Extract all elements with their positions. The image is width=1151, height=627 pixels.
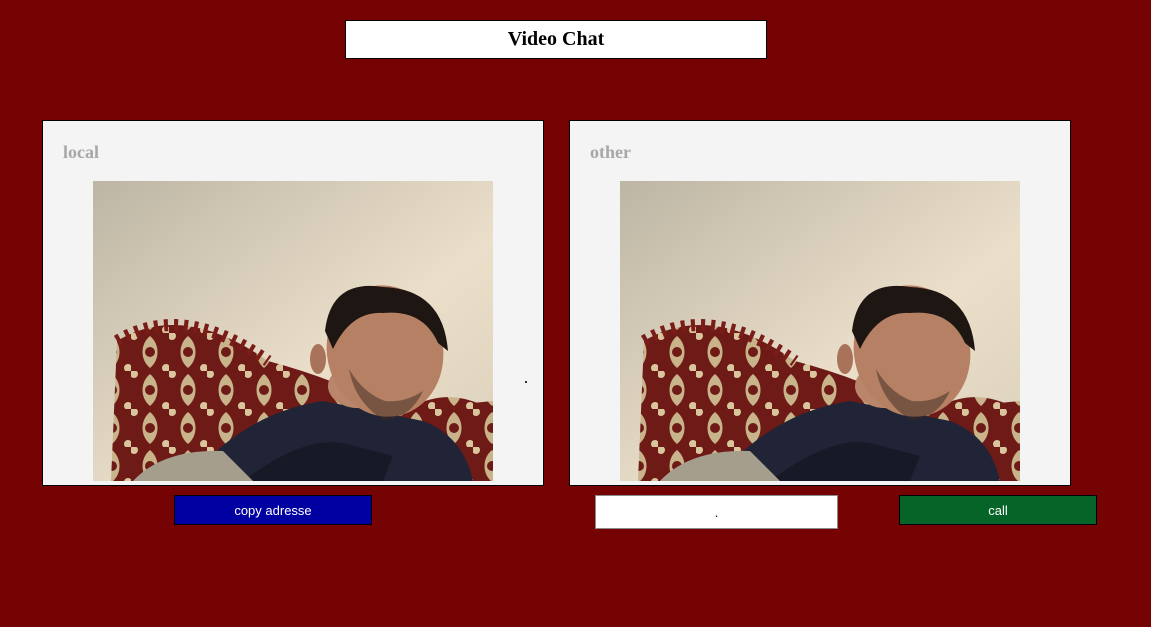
stray-dot [525,381,527,383]
other-panel-label: other [590,142,631,162]
address-input[interactable] [595,495,838,529]
local-panel-label: local [63,142,99,162]
webcam-feed-icon [93,181,493,481]
webcam-feed-icon [620,181,1020,481]
page-title-text: Video Chat [507,28,605,50]
remote-video[interactable] [620,181,1020,481]
copy-address-button[interactable]: copy adresse [174,495,372,525]
local-video-panel: local [42,120,544,486]
page-title: Video Chat [345,20,767,59]
local-video[interactable] [93,181,493,481]
remote-video-panel: other [569,120,1071,486]
call-button[interactable]: call [899,495,1097,525]
